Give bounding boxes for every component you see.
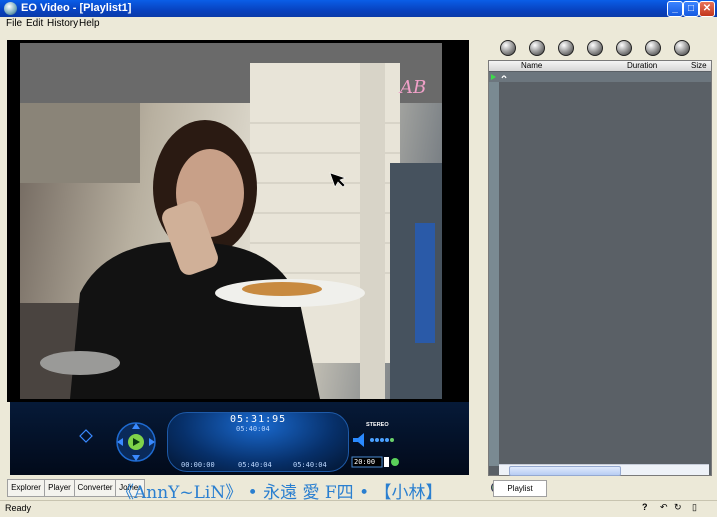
sort-icon[interactable]: [645, 40, 661, 56]
menu-bar: File Edit History Help: [0, 17, 717, 31]
playlist-gutter: [489, 72, 499, 466]
tab-converter[interactable]: Converter: [74, 479, 116, 497]
add-folder-icon[interactable]: [529, 40, 545, 56]
player-controls: 05:31:95 05:40:04 00:00:00 05:40:04 05:4…: [10, 402, 469, 475]
playlist-row[interactable]: [489, 72, 711, 82]
playlist-nav-icon: [79, 429, 93, 443]
move-down-icon[interactable]: [616, 40, 632, 56]
tab-player[interactable]: Player: [44, 479, 75, 497]
minimize-button[interactable]: _: [667, 1, 683, 17]
window-title: EO Video - [Playlist1]: [21, 2, 132, 14]
tab-playlist[interactable]: Playlist: [493, 480, 547, 497]
remove-icon[interactable]: [558, 40, 574, 56]
menu-file[interactable]: File: [6, 18, 22, 29]
status-text: Ready: [5, 503, 32, 513]
book-icon[interactable]: ▯: [692, 502, 697, 513]
menu-edit[interactable]: Edit: [26, 18, 43, 29]
save-playlist-icon[interactable]: [674, 40, 690, 56]
column-size[interactable]: Size: [691, 61, 707, 70]
horizontal-scrollbar[interactable]: [499, 464, 709, 476]
total-time: 05:40:04: [236, 425, 270, 433]
stereo-label: STEREO: [366, 422, 389, 428]
current-time: 05:31:95: [230, 414, 287, 425]
menu-help[interactable]: Help: [79, 18, 100, 29]
video-frame-image: [20, 43, 442, 399]
move-up-icon[interactable]: [587, 40, 603, 56]
column-duration[interactable]: Duration: [627, 61, 657, 70]
status-bar: Ready ? ↶ ↻ ▯: [0, 500, 717, 517]
playlist-list[interactable]: Name Duration Size: [488, 60, 712, 476]
start-time: 00:00:00: [181, 461, 215, 469]
column-name[interactable]: Name: [521, 61, 542, 70]
video-display[interactable]: AB: [20, 43, 442, 399]
add-file-icon[interactable]: [500, 40, 516, 56]
playlist-toolbar: [488, 34, 710, 60]
maximize-button[interactable]: □: [683, 1, 699, 17]
undo-icon[interactable]: ↶: [660, 502, 668, 513]
now-playing-icon: [491, 74, 496, 80]
speaker-icon: [353, 433, 364, 447]
tab-explorer[interactable]: Explorer: [7, 479, 45, 497]
close-button[interactable]: ✕: [699, 1, 715, 17]
playlist-header: Name Duration Size: [489, 61, 711, 71]
volume-readout[interactable]: 20:00: [354, 458, 375, 466]
app-icon: [4, 2, 17, 15]
menu-history[interactable]: History: [47, 18, 78, 29]
redo-icon[interactable]: ↻: [674, 502, 682, 513]
help-icon[interactable]: ?: [642, 502, 648, 512]
channel-logo: AB: [400, 77, 427, 98]
scrollbar-thumb[interactable]: [509, 466, 621, 476]
title-bar[interactable]: EO Video - [Playlist1] _ □ ✕: [0, 0, 717, 17]
mid-time: 05:40:04: [238, 461, 272, 469]
media-icon: [501, 75, 507, 79]
end-time: 05:40:04: [293, 461, 327, 469]
playlist-panel: Name Duration Size: [488, 34, 712, 476]
